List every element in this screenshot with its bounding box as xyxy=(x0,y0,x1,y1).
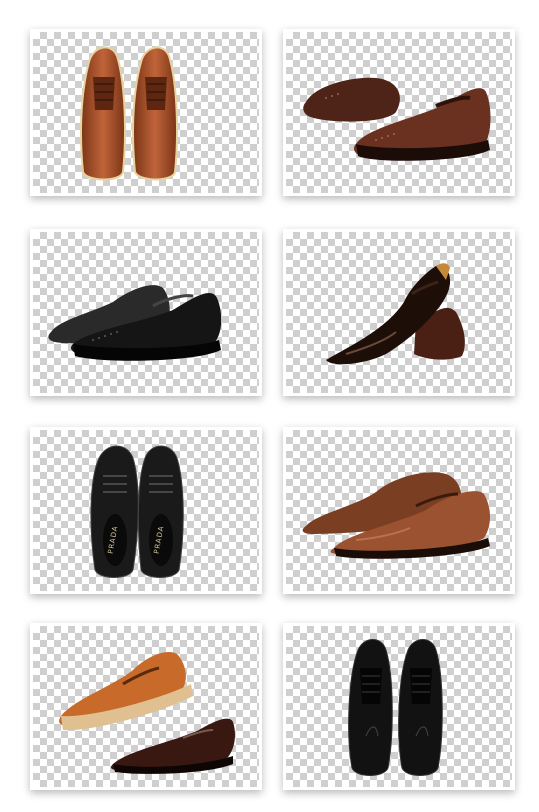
tan-brogue-loafer-image xyxy=(59,651,235,774)
black-brogue-image xyxy=(48,285,222,361)
shoe-card-black-brogue-pair[interactable] xyxy=(30,229,262,396)
brown-oxford-image xyxy=(80,46,178,181)
shoe-card-black-wingtip-top-view[interactable]: PRADA PRADA xyxy=(30,427,262,594)
shoe-card-dark-patent-pointed-shoes[interactable] xyxy=(283,229,515,396)
black-oxford-image xyxy=(348,639,443,776)
shoe-card-tan-brogue-and-loafer[interactable] xyxy=(30,623,262,790)
shoe-card-brown-derby-side-view[interactable] xyxy=(283,427,515,594)
shoe-card-brown-oxford-top-view[interactable] xyxy=(30,29,262,196)
shoe-card-black-oxford-top-view[interactable] xyxy=(283,623,515,790)
black-wingtip-image: PRADA PRADA xyxy=(90,445,184,578)
dark-patent-shoes-image xyxy=(326,263,465,365)
dark-brown-brogue-image xyxy=(303,77,491,161)
brown-derby-image xyxy=(302,472,490,559)
shoe-card-dark-brown-brogue-pair[interactable] xyxy=(283,29,515,196)
